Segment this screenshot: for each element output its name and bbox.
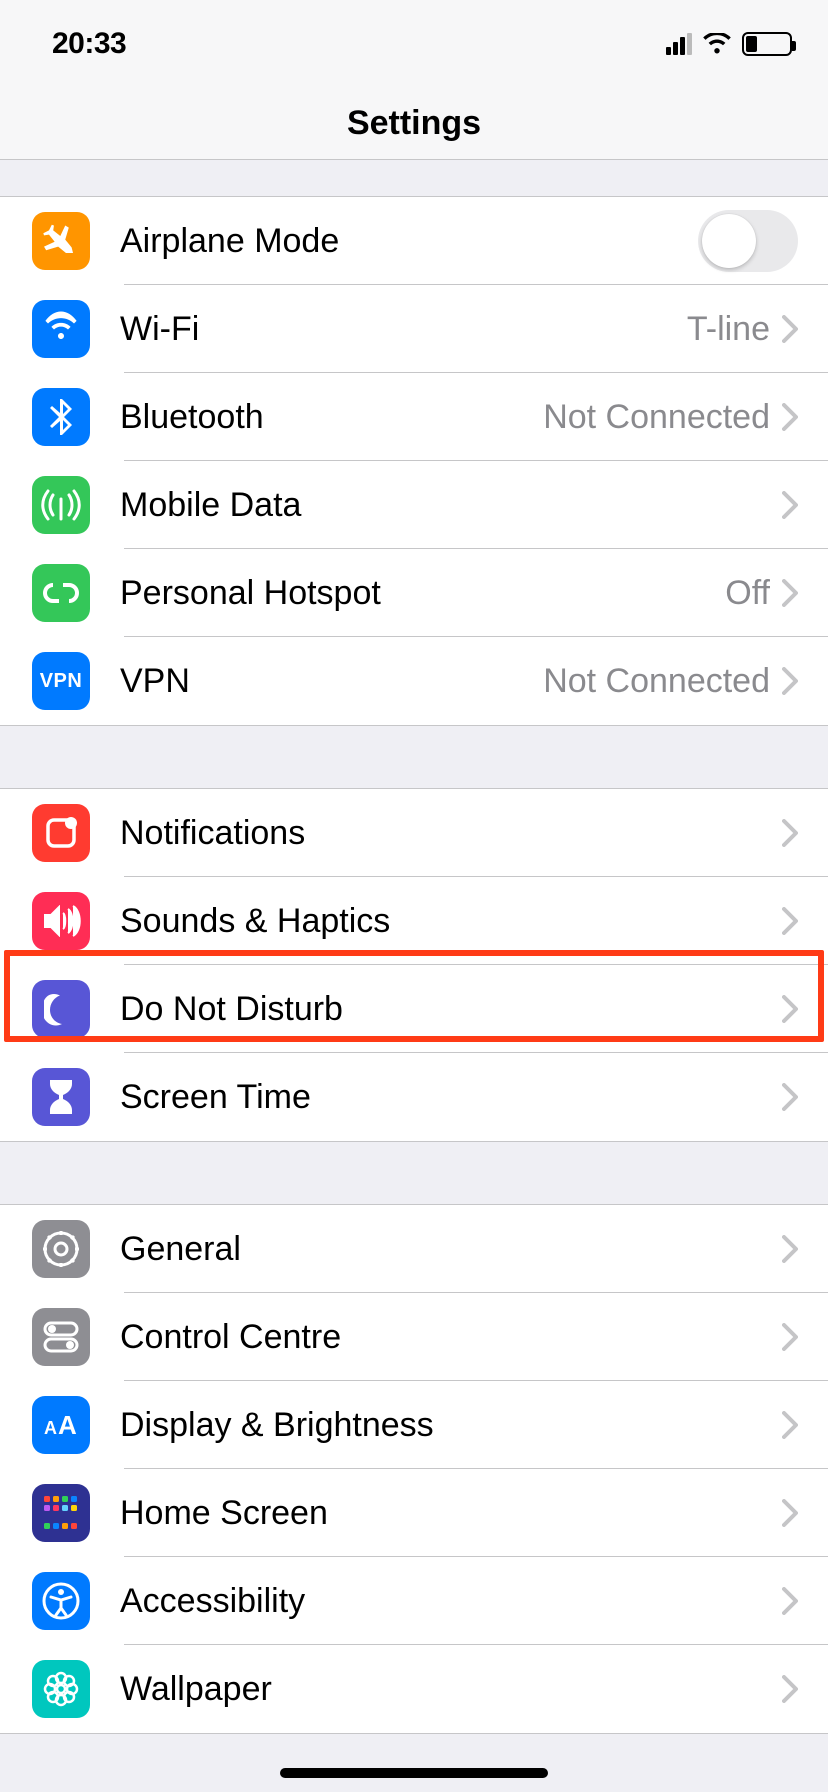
personal-hotspot-row[interactable]: Personal Hotspot Off bbox=[0, 549, 828, 637]
chevron-right-icon bbox=[782, 1083, 798, 1111]
sounds-row[interactable]: Sounds & Haptics bbox=[0, 877, 828, 965]
row-value: Not Connected bbox=[543, 398, 770, 437]
row-label: Airplane Mode bbox=[120, 222, 698, 261]
chevron-right-icon bbox=[782, 1235, 798, 1263]
chevron-right-icon bbox=[782, 995, 798, 1023]
cellular-signal-icon bbox=[666, 33, 692, 55]
row-label: Bluetooth bbox=[120, 398, 543, 437]
row-label: Sounds & Haptics bbox=[120, 902, 782, 941]
switches-icon bbox=[32, 1308, 90, 1366]
chevron-right-icon bbox=[782, 1411, 798, 1439]
vpn-icon: VPN bbox=[32, 652, 90, 710]
home-indicator[interactable] bbox=[280, 1768, 548, 1778]
flower-icon bbox=[32, 1660, 90, 1718]
row-label: Wi-Fi bbox=[120, 310, 687, 349]
chevron-right-icon bbox=[782, 1587, 798, 1615]
settings-section-alerts: Notifications Sounds & Haptics Do Not Di… bbox=[0, 788, 828, 1142]
airplane-mode-row[interactable]: Airplane Mode bbox=[0, 197, 828, 285]
chevron-right-icon bbox=[782, 403, 798, 431]
status-bar: 20:33 bbox=[0, 0, 828, 88]
navigation-bar: Settings bbox=[0, 88, 828, 160]
mobile-data-row[interactable]: Mobile Data bbox=[0, 461, 828, 549]
row-label: General bbox=[120, 1230, 782, 1269]
chevron-right-icon bbox=[782, 1499, 798, 1527]
row-label: Display & Brightness bbox=[120, 1406, 782, 1445]
vpn-row[interactable]: VPN VPN Not Connected bbox=[0, 637, 828, 725]
screen-time-row[interactable]: Screen Time bbox=[0, 1053, 828, 1141]
bluetooth-icon bbox=[32, 388, 90, 446]
general-row[interactable]: General bbox=[0, 1205, 828, 1293]
chevron-right-icon bbox=[782, 491, 798, 519]
status-time: 20:33 bbox=[52, 27, 126, 61]
display-brightness-row[interactable]: AA Display & Brightness bbox=[0, 1381, 828, 1469]
hourglass-icon bbox=[32, 1068, 90, 1126]
airplane-mode-toggle[interactable] bbox=[698, 210, 798, 272]
gear-icon bbox=[32, 1220, 90, 1278]
settings-section-connectivity: Airplane Mode Wi-Fi T-line Bluetooth Not… bbox=[0, 196, 828, 726]
chevron-right-icon bbox=[782, 579, 798, 607]
row-value: Off bbox=[725, 574, 770, 613]
moon-icon bbox=[32, 980, 90, 1038]
status-indicators bbox=[666, 32, 792, 56]
wifi-icon bbox=[32, 300, 90, 358]
row-label: Screen Time bbox=[120, 1078, 782, 1117]
wifi-status-icon bbox=[702, 33, 732, 55]
text-size-icon: AA bbox=[32, 1396, 90, 1454]
homescreen-grid-icon bbox=[32, 1484, 90, 1542]
bluetooth-row[interactable]: Bluetooth Not Connected bbox=[0, 373, 828, 461]
notifications-row[interactable]: Notifications bbox=[0, 789, 828, 877]
row-label: Personal Hotspot bbox=[120, 574, 725, 613]
row-label: Control Centre bbox=[120, 1318, 782, 1357]
row-label: Home Screen bbox=[120, 1494, 782, 1533]
wallpaper-row[interactable]: Wallpaper bbox=[0, 1645, 828, 1733]
home-screen-row[interactable]: Home Screen bbox=[0, 1469, 828, 1557]
svg-text:A: A bbox=[58, 1410, 77, 1440]
chevron-right-icon bbox=[782, 907, 798, 935]
battery-icon bbox=[742, 32, 792, 56]
antenna-icon bbox=[32, 476, 90, 534]
accessibility-icon bbox=[32, 1572, 90, 1630]
row-label: Do Not Disturb bbox=[120, 990, 782, 1029]
row-value: T-line bbox=[687, 310, 770, 349]
row-label: Wallpaper bbox=[120, 1670, 782, 1709]
airplane-icon bbox=[32, 212, 90, 270]
control-centre-row[interactable]: Control Centre bbox=[0, 1293, 828, 1381]
chevron-right-icon bbox=[782, 1323, 798, 1351]
svg-text:A: A bbox=[44, 1418, 57, 1438]
do-not-disturb-row[interactable]: Do Not Disturb bbox=[0, 965, 828, 1053]
settings-section-system: General Control Centre AA Display & Brig… bbox=[0, 1204, 828, 1734]
hotspot-icon bbox=[32, 564, 90, 622]
row-label: Accessibility bbox=[120, 1582, 782, 1621]
row-label: Notifications bbox=[120, 814, 782, 853]
chevron-right-icon bbox=[782, 819, 798, 847]
chevron-right-icon bbox=[782, 1675, 798, 1703]
speaker-icon bbox=[32, 892, 90, 950]
row-label: Mobile Data bbox=[120, 486, 782, 525]
wifi-row[interactable]: Wi-Fi T-line bbox=[0, 285, 828, 373]
notifications-icon bbox=[32, 804, 90, 862]
chevron-right-icon bbox=[782, 667, 798, 695]
row-value: Not Connected bbox=[543, 662, 770, 701]
chevron-right-icon bbox=[782, 315, 798, 343]
page-title: Settings bbox=[347, 104, 481, 143]
accessibility-row[interactable]: Accessibility bbox=[0, 1557, 828, 1645]
row-label: VPN bbox=[120, 662, 543, 701]
